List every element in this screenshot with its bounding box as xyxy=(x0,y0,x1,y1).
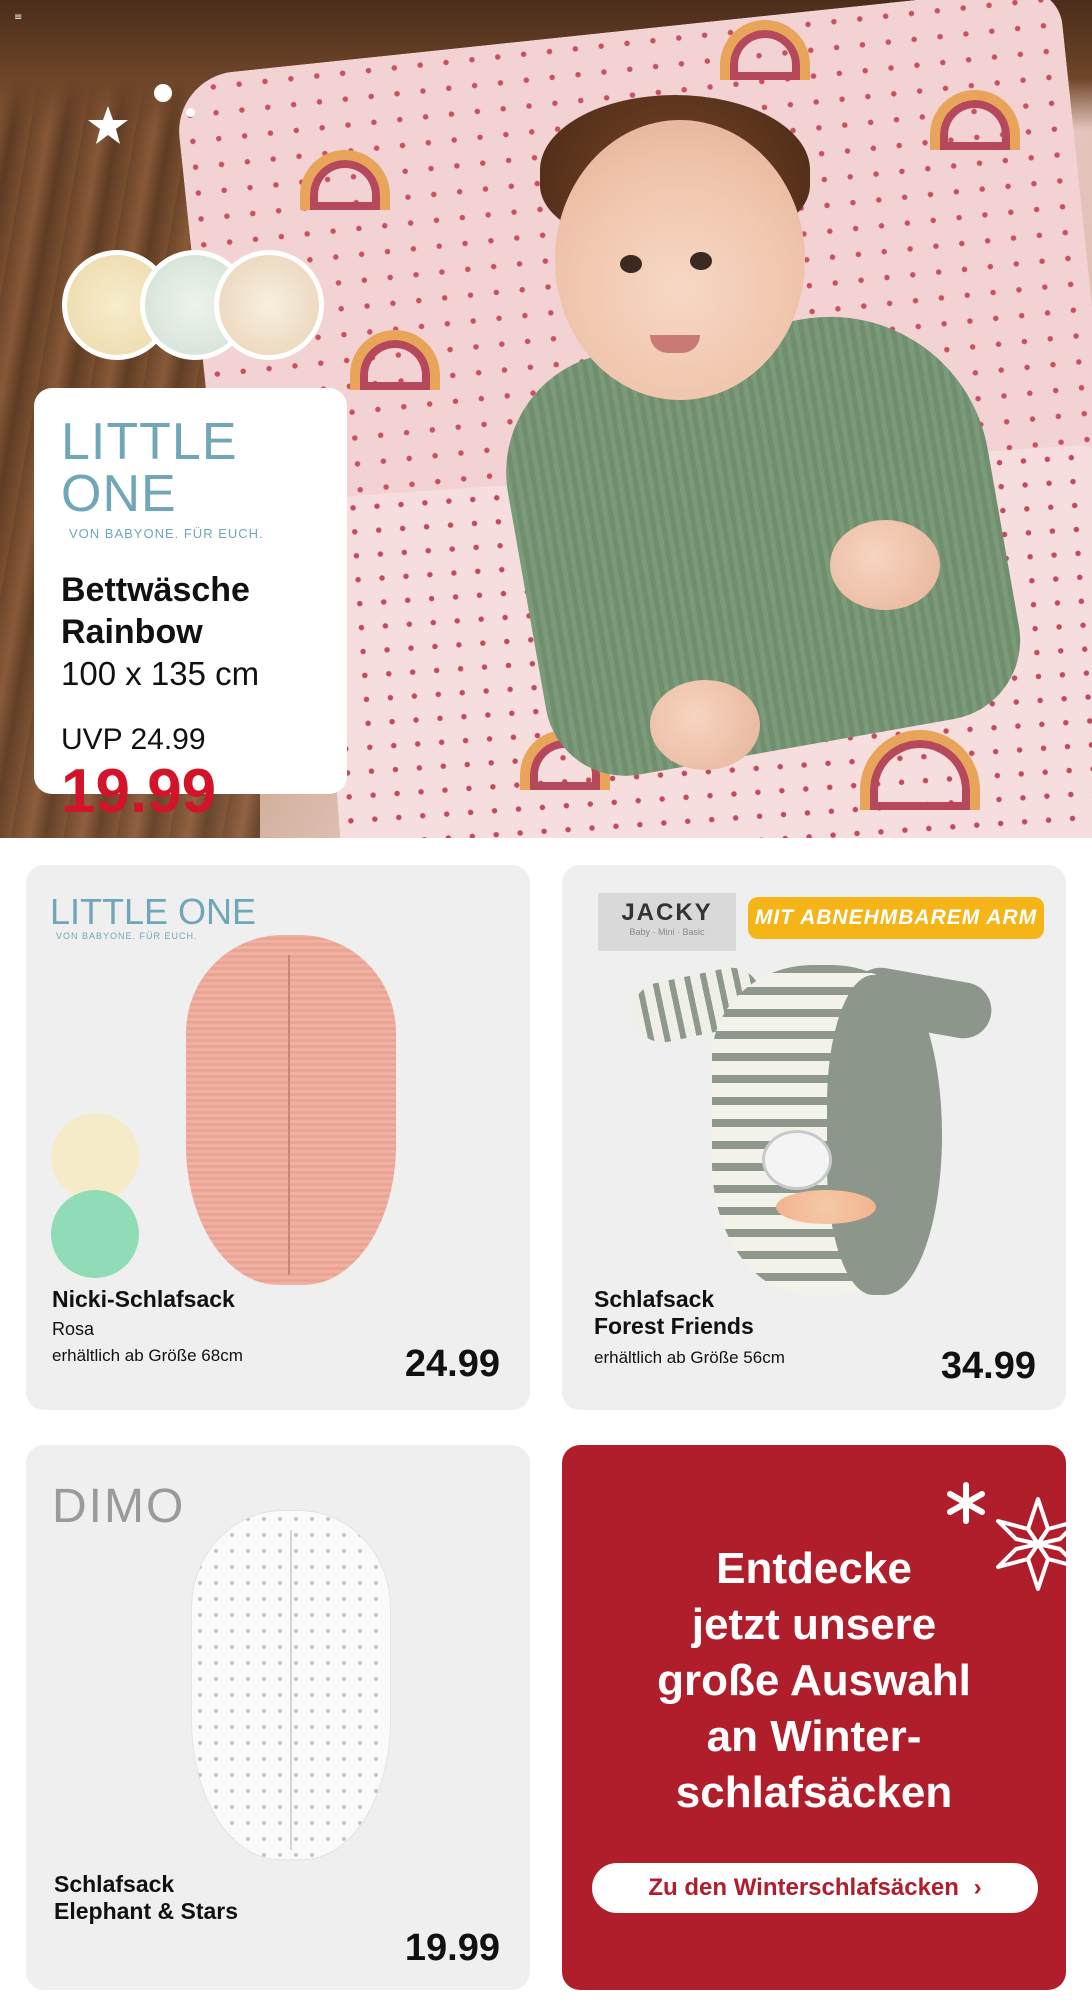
asterisk-icon xyxy=(947,1482,985,1524)
promo-line: jetzt unsere xyxy=(691,1600,937,1649)
brand-tagline: VON BABYONE. FÜR EUCH. xyxy=(69,526,264,541)
product-name-line: Elephant & Stars xyxy=(54,1898,239,1924)
product-price: 24.99 xyxy=(404,1343,500,1385)
sparkle-dot xyxy=(154,84,172,102)
baby-face xyxy=(555,120,805,400)
product-price: 34.99 xyxy=(940,1345,1036,1387)
product-title-line: Bettwäsche xyxy=(61,571,250,609)
product-size: 100 x 135 cm xyxy=(61,655,260,692)
sale-price: 19.99 xyxy=(61,757,217,826)
baby-hand xyxy=(650,680,760,770)
winter-sleeping-bags-button[interactable]: Zu den Winterschlafsäcken › xyxy=(592,1863,1038,1913)
hero-banner[interactable]: ≡ LITTLE ONE VON BABYONE. FÜR EUCH. Bett… xyxy=(0,0,1092,838)
product-name-line: Forest Friends xyxy=(594,1313,754,1339)
sparkle-dot xyxy=(186,108,195,117)
product-title-line: Rainbow xyxy=(61,613,203,651)
promo-line: große Auswahl xyxy=(657,1656,971,1705)
zipper xyxy=(290,1530,292,1850)
winter-promo-banner[interactable]: Entdecke jetzt unsere große Auswahl an W… xyxy=(562,1445,1066,1990)
promo-line: an Winter- xyxy=(706,1712,922,1761)
product-variant: Rosa xyxy=(52,1319,95,1339)
brand-logo: LITTLE ONE xyxy=(50,891,257,932)
moose-print xyxy=(762,1130,832,1190)
baby-eye xyxy=(690,252,712,270)
product-card-elephant-stars[interactable]: DIMO Schlafsack Elephant & Stars 19.99 xyxy=(26,1445,530,1990)
product-price: 19.99 xyxy=(404,1927,500,1969)
color-swatch[interactable] xyxy=(51,1190,139,1278)
promo-headline: Entdecke jetzt unsere große Auswahl an W… xyxy=(562,1541,1066,1821)
product-availability: erhältlich ab Größe 56cm xyxy=(594,1348,785,1367)
uvp-price: UVP 24.99 xyxy=(61,723,206,756)
product-name: Nicki-Schlafsack xyxy=(52,1286,235,1312)
flower-print xyxy=(776,1190,876,1224)
promo-line: Entdecke xyxy=(716,1544,912,1593)
product-name-line: Schlafsack xyxy=(54,1871,175,1897)
button-label: Zu den Winterschlafsäcken xyxy=(648,1874,959,1901)
fabric-swatch xyxy=(214,250,324,360)
brand-logo: DIMO xyxy=(52,1480,186,1533)
hero-product-card[interactable]: LITTLE ONE VON BABYONE. FÜR EUCH. Bettwä… xyxy=(34,388,347,823)
baby-eye xyxy=(620,255,642,273)
feature-badge: MIT ABNEHMBAREM ARM xyxy=(748,897,1044,939)
sleeping-bag-image xyxy=(186,935,396,1285)
zipper xyxy=(288,955,290,1275)
product-title: Bettwäsche Rainbow xyxy=(61,569,321,653)
brand-logo: JACKY Baby · Mini · Basic xyxy=(598,893,736,951)
brand-logo: LITTLE ONE xyxy=(61,413,238,523)
sleeping-bag-side xyxy=(827,975,942,1295)
menu-icon[interactable]: ≡ xyxy=(14,12,22,23)
product-availability: erhältlich ab Größe 68cm xyxy=(52,1346,243,1365)
brand-logo-text: JACKY xyxy=(621,899,713,926)
product-name-line: Schlafsack xyxy=(594,1286,715,1312)
product-name: Schlafsack Forest Friends xyxy=(594,1286,754,1340)
product-name: Schlafsack Elephant & Stars xyxy=(54,1871,238,1925)
brand-tagline: VON BABYONE. FÜR EUCH. xyxy=(56,931,198,941)
product-card-nicki-schlafsack[interactable]: LITTLE ONE VON BABYONE. FÜR EUCH. Nicki-… xyxy=(26,865,530,1410)
star-icon xyxy=(88,106,128,144)
promo-line: schlafsäcken xyxy=(675,1768,953,1817)
color-swatch[interactable] xyxy=(51,1113,139,1201)
product-card-forest-friends[interactable]: JACKY Baby · Mini · Basic MIT ABNEHMBARE… xyxy=(562,865,1066,1410)
baby-hand xyxy=(830,520,940,610)
chevron-right-icon: › xyxy=(973,1874,982,1901)
brand-tagline: Baby · Mini · Basic xyxy=(629,927,705,937)
